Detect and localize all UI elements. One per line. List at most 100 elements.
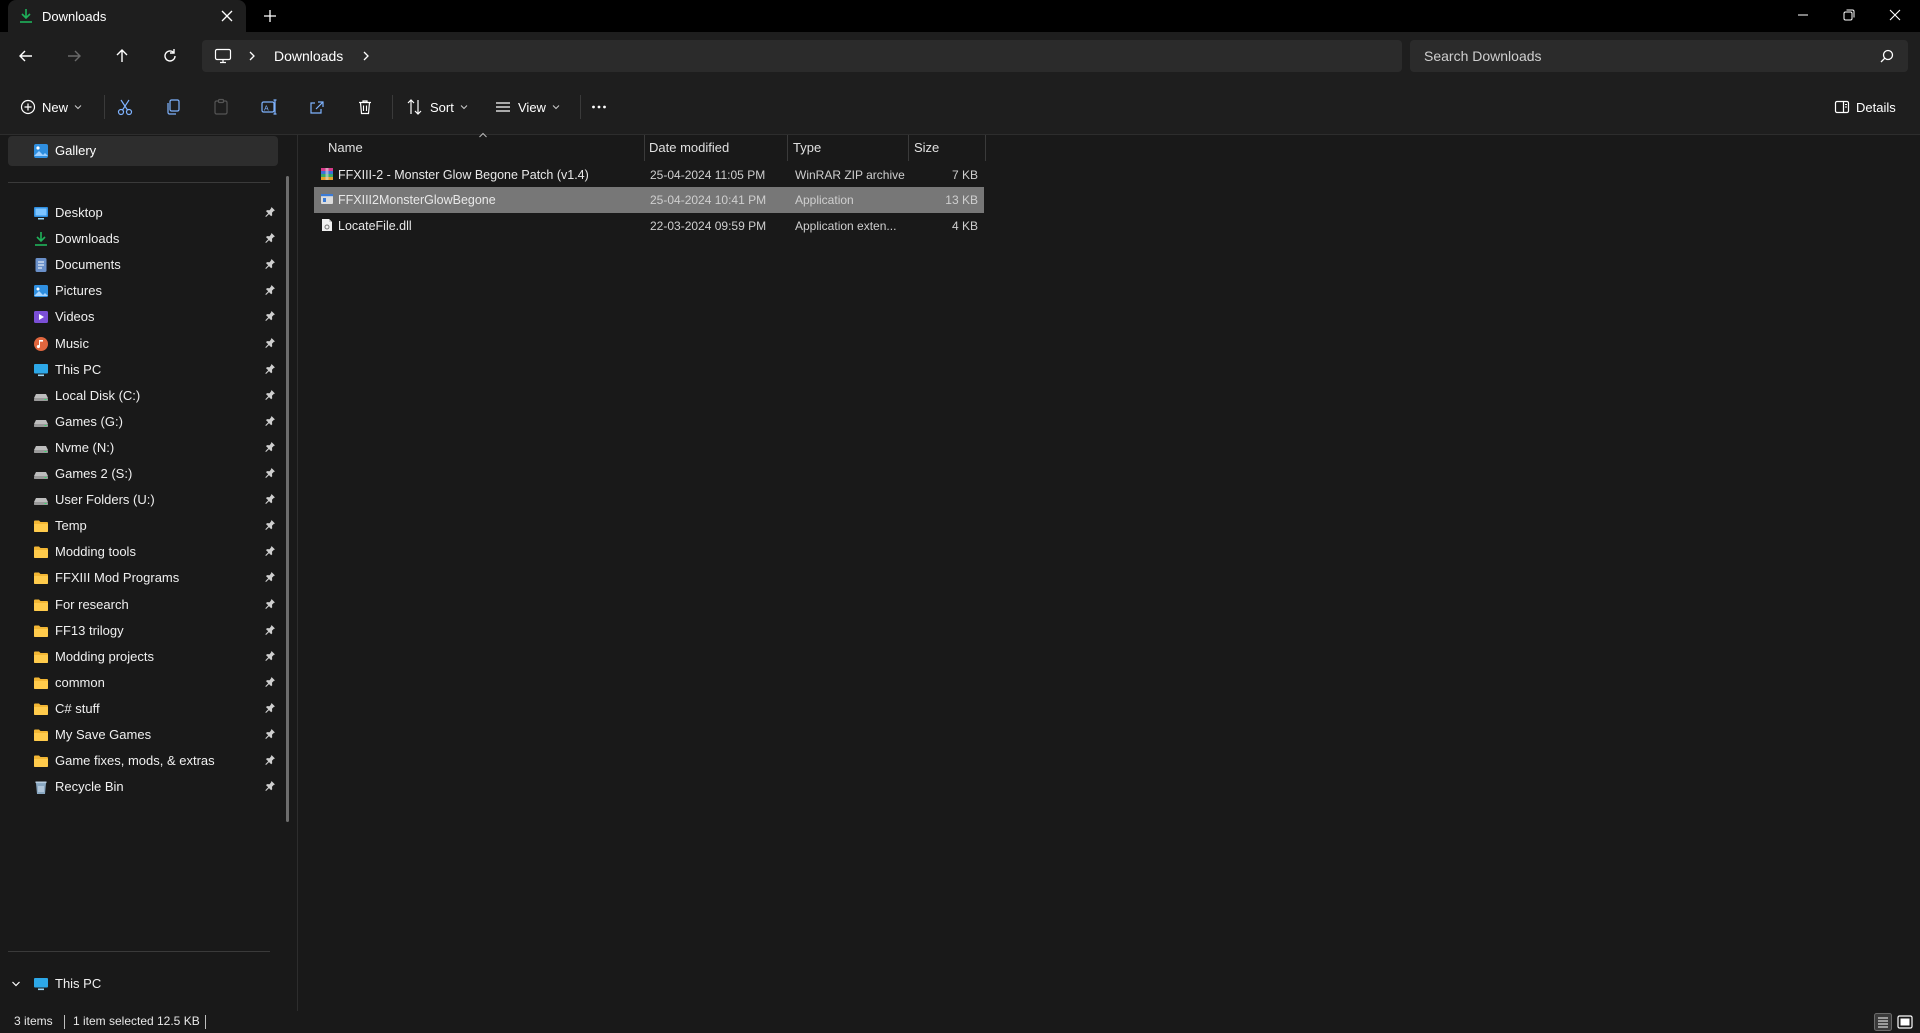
pin-icon[interactable] xyxy=(264,728,276,740)
sidebar-item-ffxiii-mod-programs[interactable]: FFXIII Mod Programs xyxy=(0,565,280,591)
sidebar-item-this-pc-tree[interactable]: This PC xyxy=(0,971,280,997)
pin-icon[interactable] xyxy=(264,493,276,505)
pin-icon[interactable] xyxy=(264,754,276,766)
pin-icon[interactable] xyxy=(264,676,276,688)
sidebar-item-this-pc[interactable]: This PC xyxy=(0,357,280,383)
cut-button[interactable] xyxy=(116,96,134,118)
monitor-icon[interactable] xyxy=(214,48,232,64)
breadcrumb-downloads[interactable]: Downloads xyxy=(274,48,343,64)
search-input[interactable]: Search Downloads xyxy=(1410,40,1908,72)
column-header-date[interactable]: Date modified xyxy=(645,135,787,161)
new-tab-icon[interactable] xyxy=(262,8,278,24)
sidebar-item-modding-projects[interactable]: Modding projects xyxy=(0,644,280,670)
large-icons-view-icon[interactable] xyxy=(1896,1013,1914,1031)
rename-button[interactable]: A xyxy=(260,96,278,118)
pin-icon[interactable] xyxy=(264,780,276,792)
paste-button[interactable] xyxy=(212,96,230,118)
file-row[interactable]: FFXIII-2 - Monster Glow Begone Patch (v1… xyxy=(314,162,984,188)
pin-icon[interactable] xyxy=(264,650,276,662)
sidebar-item-user-folders-u[interactable]: User Folders (U:) xyxy=(0,487,280,513)
pin-icon[interactable] xyxy=(264,389,276,401)
sidebar-item-common[interactable]: common xyxy=(0,670,280,696)
sidebar-item-desktop[interactable]: Desktop xyxy=(0,200,280,226)
sidebar-item-gallery[interactable]: Gallery xyxy=(8,136,278,166)
pictures-icon xyxy=(33,283,49,299)
sidebar-item-recycle-bin[interactable]: Recycle Bin xyxy=(0,774,280,800)
gallery-icon xyxy=(33,143,49,159)
file-row[interactable]: FFXIII2MonsterGlowBegone 25-04-2024 10:41… xyxy=(314,187,984,214)
pin-icon[interactable] xyxy=(264,519,276,531)
pin-icon[interactable] xyxy=(264,363,276,375)
tab-downloads[interactable]: Downloads xyxy=(8,0,246,32)
folder-icon xyxy=(33,753,49,769)
column-header-size[interactable]: Size xyxy=(909,135,985,161)
search-icon[interactable] xyxy=(1880,49,1894,63)
sidebar-item-downloads[interactable]: Downloads xyxy=(0,226,280,252)
sidebar-item-pictures[interactable]: Pictures xyxy=(0,278,280,304)
sidebar-item-videos[interactable]: Videos xyxy=(0,304,280,330)
view-button[interactable]: View xyxy=(494,96,560,118)
address-bar[interactable]: Downloads xyxy=(202,40,1402,72)
restore-icon[interactable] xyxy=(1826,0,1872,30)
sort-button[interactable]: Sort xyxy=(406,96,468,118)
close-window-icon[interactable] xyxy=(1872,0,1918,30)
pin-icon[interactable] xyxy=(264,702,276,714)
scissors-icon xyxy=(117,99,133,116)
videos-icon xyxy=(33,309,49,325)
pin-icon[interactable] xyxy=(264,232,276,244)
sidebar-item-nvme-n[interactable]: Nvme (N:) xyxy=(0,435,280,461)
back-button[interactable] xyxy=(12,42,40,70)
music-icon xyxy=(33,336,49,352)
pin-icon[interactable] xyxy=(264,545,276,557)
pin-icon[interactable] xyxy=(264,467,276,479)
more-icon xyxy=(592,105,606,109)
details-view-icon[interactable] xyxy=(1874,1013,1892,1031)
new-button[interactable]: New xyxy=(20,96,82,118)
file-row[interactable]: LocateFile.dll 22-03-2024 09:59 PM Applica… xyxy=(314,213,984,239)
file-name: LocateFile.dll xyxy=(338,218,412,233)
more-options-button[interactable] xyxy=(590,96,608,118)
sidebar-item-ff13-trilogy[interactable]: FF13 trilogy xyxy=(0,618,280,644)
refresh-button[interactable] xyxy=(156,42,184,70)
sidebar-item-temp[interactable]: Temp xyxy=(0,513,280,539)
delete-button[interactable] xyxy=(356,96,374,118)
chevron-right-icon[interactable] xyxy=(246,50,258,62)
sidebar-item-game-fixes-mods-extras[interactable]: Game fixes, mods, & extras xyxy=(0,748,280,774)
pin-icon[interactable] xyxy=(264,571,276,583)
sidebar-item-games-2-s[interactable]: Games 2 (S:) xyxy=(0,461,280,487)
pin-icon[interactable] xyxy=(264,624,276,636)
sidebar-scrollbar[interactable] xyxy=(286,176,289,822)
details-button[interactable]: Details xyxy=(1834,96,1896,118)
sidebar-item-local-disk-c[interactable]: Local Disk (C:) xyxy=(0,383,280,409)
search-placeholder: Search Downloads xyxy=(1424,48,1542,64)
sidebar-item-games-g[interactable]: Games (G:) xyxy=(0,409,280,435)
forward-button[interactable] xyxy=(60,42,88,70)
file-date: 25-04-2024 11:05 PM xyxy=(650,168,766,182)
pin-icon[interactable] xyxy=(264,310,276,322)
minimize-icon[interactable] xyxy=(1780,0,1826,30)
pin-icon[interactable] xyxy=(264,598,276,610)
sidebar-item-for-research[interactable]: For research xyxy=(0,592,280,618)
chevron-down-icon[interactable] xyxy=(11,979,21,989)
pin-icon[interactable] xyxy=(264,337,276,349)
close-tab-icon[interactable] xyxy=(220,9,234,23)
pin-icon[interactable] xyxy=(264,258,276,270)
column-header-name[interactable]: Name xyxy=(314,135,644,161)
sidebar-item-music[interactable]: Music xyxy=(0,331,280,357)
documents-icon xyxy=(33,257,49,273)
copy-button[interactable] xyxy=(164,96,182,118)
column-divider[interactable] xyxy=(985,135,986,161)
pin-icon[interactable] xyxy=(264,284,276,296)
sidebar-item-my-save-games[interactable]: My Save Games xyxy=(0,722,280,748)
sidebar-item-documents[interactable]: Documents xyxy=(0,252,280,278)
share-button[interactable] xyxy=(308,96,326,118)
chevron-right-icon[interactable] xyxy=(360,50,372,62)
drive-icon xyxy=(33,466,49,482)
sidebar-item-modding-tools[interactable]: Modding tools xyxy=(0,539,280,565)
sidebar-item-c-stuff[interactable]: C# stuff xyxy=(0,696,280,722)
up-button[interactable] xyxy=(108,42,136,70)
column-header-type[interactable]: Type xyxy=(788,135,908,161)
pin-icon[interactable] xyxy=(264,415,276,427)
pin-icon[interactable] xyxy=(264,441,276,453)
pin-icon[interactable] xyxy=(264,206,276,218)
